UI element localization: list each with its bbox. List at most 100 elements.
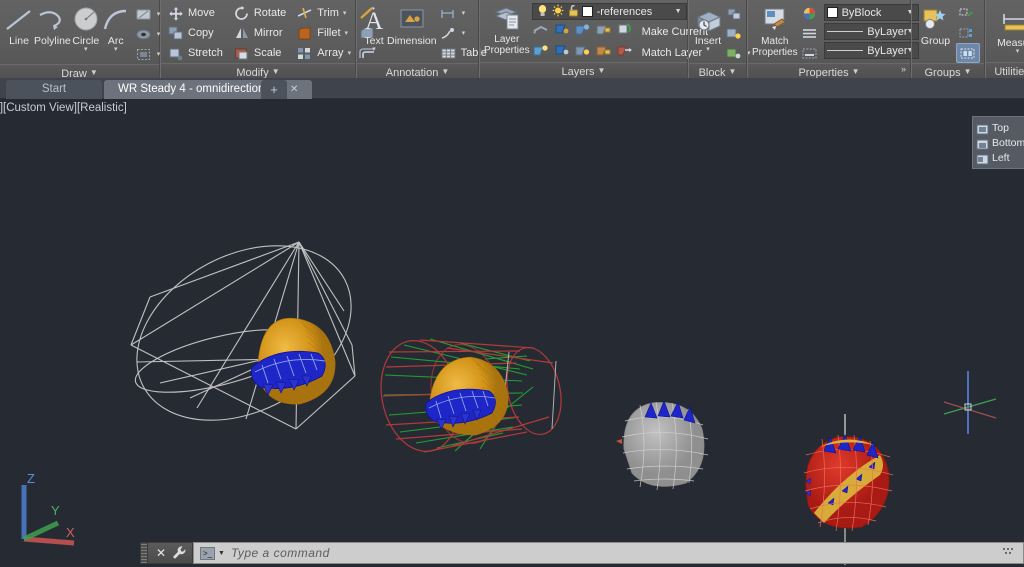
modify-fillet-button[interactable]: Fillet ▾ (294, 23, 353, 43)
modify-trim-label: Trim (317, 7, 339, 19)
draw-polyline-label: Polyline (34, 35, 71, 47)
lightbulb-icon[interactable] (537, 4, 548, 20)
close-icon[interactable]: ✕ (152, 546, 170, 560)
linetype-button[interactable] (799, 23, 821, 43)
chevron-down-icon[interactable]: ▾ (372, 46, 376, 53)
modify-copy-button[interactable]: Copy (165, 23, 225, 43)
panel-title-utilities[interactable]: Utilities▼ (986, 62, 1024, 78)
new-tab-button[interactable]: + (261, 80, 287, 99)
draw-arc-button[interactable]: Arc ▾ (101, 2, 131, 53)
rotate-icon (233, 5, 251, 22)
command-line-toolbar: ✕ (148, 542, 193, 564)
layer-off-icon[interactable] (532, 22, 553, 41)
close-icon[interactable]: ✕ (290, 84, 298, 95)
ribbon-panel-properties: Match Properties ByBlock ▼ ByLayer ▼ ByL… (747, 0, 919, 79)
layer-properties-label: Layer Properties (484, 34, 530, 56)
insert-block-button[interactable]: Insert ▾ (693, 2, 723, 53)
draw-line-button[interactable]: Line (4, 2, 34, 47)
model-conical-diffuser-turbine[interactable] (107, 211, 382, 456)
modify-move-button[interactable]: Move (165, 3, 225, 23)
draw-boundary-button[interactable]: ▾ (133, 44, 163, 64)
properties-dialog-launcher-icon[interactable]: » (901, 61, 906, 77)
layer-properties-button[interactable]: Layer Properties (484, 1, 530, 56)
match-properties-button[interactable]: Match Properties (752, 2, 798, 58)
modify-scale-button[interactable]: Scale (231, 43, 288, 63)
command-prompt-icon[interactable]: >_ (200, 546, 215, 560)
chevron-down-icon[interactable]: ▾ (345, 29, 349, 37)
panel-title-layers[interactable]: Layers ▼ (480, 62, 687, 78)
model-cylindrical-duct-turbine[interactable] (371, 333, 568, 458)
draw-gradient-button[interactable]: ▾ (133, 24, 163, 44)
unlock-icon[interactable] (568, 4, 579, 20)
layer-unisolate-icon[interactable] (553, 43, 574, 62)
linetype-combo[interactable]: ByLayer ▼ (823, 23, 919, 40)
layer-merge-icon[interactable] (616, 43, 640, 62)
layer-tool-row-2: Match Layer (532, 43, 709, 62)
object-color-combo[interactable]: ByBlock ▼ (823, 4, 919, 21)
sun-icon[interactable] (552, 4, 564, 20)
wrench-icon[interactable] (170, 545, 188, 562)
color-swatch[interactable] (826, 7, 838, 18)
panel-title-annotation[interactable]: Annotation ▼ (357, 63, 478, 79)
chevron-down-icon[interactable]: ▾ (706, 46, 710, 53)
layer-unlock-icon[interactable] (595, 43, 616, 62)
layer-lock-icon[interactable] (595, 22, 616, 41)
layer-name-label: -references (596, 5, 653, 18)
chevron-down-icon[interactable]: ▾ (343, 9, 347, 17)
draw-circle-button[interactable]: Circle ▾ (71, 2, 101, 53)
ribbon-panel-annotation: A Text ▾ Dimension ▾ ▾ Table Annotation … (356, 0, 487, 79)
properties-combos: ByBlock ▼ ByLayer ▼ ByLayer ▼ (823, 2, 919, 59)
annotation-text-button[interactable]: A Text ▾ (361, 2, 387, 53)
layer-on-icon[interactable] (532, 43, 553, 62)
chevron-down-icon[interactable]: ▼ (218, 550, 225, 557)
group-button[interactable]: Group (916, 2, 955, 47)
match-properties-icon (760, 5, 790, 35)
modify-rotate-button[interactable]: Rotate (231, 3, 288, 23)
lineweight-button[interactable] (799, 43, 821, 63)
chevron-down-icon[interactable]: ▾ (348, 49, 352, 57)
chevron-down-icon: ▼ (851, 67, 860, 76)
draw-hatch-button[interactable]: ▾ (133, 4, 163, 24)
layer-thaw-icon[interactable] (574, 43, 595, 62)
layer-isolate-icon[interactable] (553, 22, 574, 41)
table-icon (440, 45, 458, 62)
layer-previous-icon[interactable] (616, 22, 640, 41)
annotation-dimension-button[interactable]: Dimension (387, 2, 437, 47)
panel-title-groups[interactable]: Groups ▼ (912, 63, 984, 79)
file-tab-start[interactable]: Start (6, 80, 102, 99)
panel-title-properties[interactable]: Properties ▼ » (748, 63, 910, 79)
draw-polyline-button[interactable]: Polyline (34, 2, 71, 47)
chevron-down-icon[interactable]: ▾ (1016, 48, 1020, 55)
model-gray-spheroid-turbine[interactable] (616, 400, 709, 491)
chevron-down-icon[interactable]: ▾ (114, 46, 118, 53)
chevron-down-icon[interactable]: ▾ (84, 46, 88, 53)
object-color-button[interactable] (799, 3, 821, 23)
chevron-down-icon[interactable]: ▾ (462, 9, 466, 17)
ucs-z-label: Z (27, 471, 35, 486)
chevron-down-icon[interactable]: ▾ (462, 29, 466, 37)
block-attribute-icon (725, 45, 743, 62)
ribbon-panel-block: Insert ▾ ▾ Block ▼ (688, 0, 751, 79)
group-edit-button[interactable] (956, 23, 980, 43)
modify-array-label: Array (317, 47, 344, 59)
layer-freeze-icon[interactable] (574, 22, 595, 41)
chevron-down-icon[interactable]: ▼ (675, 8, 682, 15)
modify-stretch-button[interactable]: Stretch (165, 43, 225, 63)
command-line-grip[interactable] (140, 542, 148, 564)
command-resize-grip-icon[interactable] (1001, 547, 1017, 559)
ungroup-button[interactable] (956, 3, 980, 23)
drawing-viewport[interactable]: -][Custom View][Realistic] Top Bottom Le… (0, 99, 1024, 567)
modify-array-button[interactable]: Array ▾ (294, 43, 353, 63)
layer-control-combo[interactable]: -references ▼ (531, 3, 687, 20)
layer-color-swatch[interactable] (581, 6, 593, 17)
ribbon-panel-groups: Group Groups ▼ (911, 0, 985, 79)
modify-mirror-button[interactable]: Mirror (231, 23, 288, 43)
panel-title-block[interactable]: Block ▼ (689, 63, 746, 79)
panel-title-modify[interactable]: Modify ▼ (161, 63, 355, 79)
object-color-icon (801, 5, 819, 22)
lineweight-combo[interactable]: ByLayer ▼ (823, 42, 919, 59)
command-input-area[interactable]: >_ ▼ Type a command (193, 542, 1024, 564)
group-selection-button[interactable] (956, 43, 980, 63)
modify-trim-button[interactable]: Trim ▾ (294, 3, 353, 23)
measure-button[interactable]: Measure ▾ (992, 4, 1024, 55)
